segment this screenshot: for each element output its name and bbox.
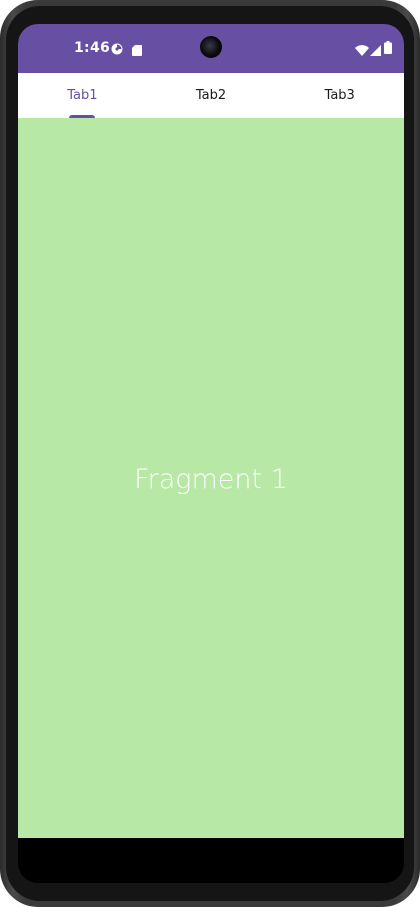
battery-icon [384,39,392,58]
assistant-icon [111,40,123,59]
phone-screen: 1:46 Tab1 Tab2 Tab3 Fragment 1 [18,24,404,883]
fragment-container: Fragment 1 [18,118,404,838]
tab-3-label: Tab3 [324,88,355,103]
phone-frame: 1:46 Tab1 Tab2 Tab3 Fragment 1 [0,0,420,907]
cell-signal-icon [370,41,381,60]
wifi-icon [355,41,369,60]
status-bar: 1:46 [18,24,404,73]
tab-3[interactable]: Tab3 [275,73,404,118]
tab-2[interactable]: Tab2 [147,73,276,118]
fragment-title: Fragment 1 [134,463,288,495]
navigation-bar [18,838,404,883]
front-camera [200,36,222,58]
status-time: 1:46 [74,40,111,56]
sd-card-icon [132,41,142,60]
tab-1[interactable]: Tab1 [18,73,147,118]
tab-bar: Tab1 Tab2 Tab3 [18,73,404,118]
tab-2-label: Tab2 [195,88,227,103]
tab-1-label: Tab1 [67,88,98,103]
